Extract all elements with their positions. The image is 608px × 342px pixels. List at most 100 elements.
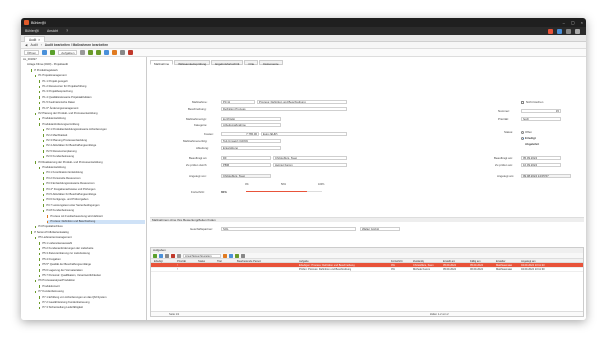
nicht-loeschen-checkbox[interactable] [521,100,524,104]
tab-massnahme[interactable]: Maßnahme [150,60,174,66]
beauftragt-am-field[interactable]: 05.09.2024 [521,155,561,160]
print-task-icon[interactable] [241,253,245,258]
tree-item[interactable]: P2.6 Kundenbetreuung [43,155,145,159]
kategorie-select[interactable]: Arbeitsmaßnahme [221,122,281,127]
menu-item-view[interactable]: Ansicht [47,29,58,33]
flag-icon[interactable] [112,50,118,55]
tree-item[interactable]: P1.4 Qualitätsrelevante Projektaktivität… [39,96,145,100]
status-radio-offen[interactable] [521,130,524,134]
tree-item[interactable]: P7.1 Erfüllung von Anforderungen an das … [39,296,145,300]
print-icon[interactable] [120,50,126,55]
menu-item-app[interactable]: Bühler@i [25,29,39,33]
tree-item[interactable]: P2.3 Planung Prozessentwicklung [43,139,145,143]
massnahme-id-field[interactable]: P3.11 [221,99,255,104]
notification-icon[interactable] [548,28,553,34]
menu-item-help[interactable]: ? [66,29,68,33]
zu-pruefen-am-field[interactable]: 16.09.2024 [521,162,561,167]
tree-item[interactable]: Produktentwicklung [39,117,145,121]
tree-item[interactable]: P5.2 Kundenanforderungen der Lieferkette [39,247,145,251]
beschreibung-field[interactable]: Definition Prozess [221,106,347,111]
export-icon[interactable] [229,253,233,258]
delete-icon[interactable] [128,50,134,55]
massnahme-text-field[interactable]: Prozess: Definition und Beschreibung [257,99,347,104]
minimize-icon[interactable]: – [563,20,565,25]
flag-task-icon[interactable] [223,253,227,258]
nummer-field[interactable]: 15 [521,108,561,113]
tree-item[interactable]: P5.3 Zielvereinbarung zur Lieferleistung [39,252,145,256]
save-icon[interactable] [42,50,48,55]
tab-close-icon[interactable]: × [38,38,40,42]
info-icon[interactable] [557,28,562,34]
tree-item[interactable]: P2 Planung der Produkt- und Prozessentwi… [35,112,145,116]
tree-item[interactable]: P4.8 Kundenbetreuung [43,209,145,213]
tree-item[interactable]: AL_001827 [23,58,145,62]
status-radio-erledigt[interactable] [521,136,524,140]
tree-item[interactable]: Produktionsort [39,285,145,289]
breadcrumb-home[interactable]: Audit [30,43,37,47]
tree-item[interactable]: P3.3 Entwicklungsrelevante Ressourcen [43,182,145,186]
tree-item[interactable]: P1.1 Projekt geregelt [39,80,145,84]
kosten-field[interactable]: 7.765,00 [221,131,259,136]
tab-dokumente[interactable]: Dokumente [259,60,283,66]
abteilung-select[interactable]: Entwicklung [221,145,281,150]
tree-item[interactable]: P2.2 Machbarkeit [43,134,145,138]
tree-item[interactable]: P1.2 Ressourcen für Projekterfüllung [39,85,145,89]
progress-slider[interactable] [246,191,322,193]
check-all-icon[interactable] [96,50,102,55]
view-config-select[interactable]: Ansichtskonfiguration [183,253,221,258]
tree-item[interactable]: P3.2 Personelle Ressourcen [43,177,145,181]
geschaeftspartner-name[interactable]: Walter GmbH [360,226,400,231]
zupruefen-code-field[interactable]: PBM [221,162,271,167]
tree-item[interactable]: P3.6 Fertigungs- und Prüfvorgaben [43,198,145,202]
tree-item[interactable]: P5.6 Lagerung der Vormaterialien [39,269,145,273]
geschaeftspartner-select[interactable]: SOL [221,226,356,231]
tree-item[interactable]: P5.4 Freigaben [39,258,145,262]
edit-task-icon[interactable] [159,253,163,258]
close-icon[interactable]: × [581,20,583,25]
tree-item[interactable]: P6 Prozessanalyse/Produktion [35,279,145,283]
maximize-icon[interactable]: ▢ [571,20,575,25]
beauftragt-code-field[interactable]: DF [221,155,271,160]
tree-item[interactable]: P7.2 Gewährleistung Kundenbetreuung [39,301,145,305]
tree-item[interactable]: Anlage Klima (2020) - Projektaudit [27,63,145,67]
tree-item[interactable]: P Produktregelwerk [31,69,145,73]
tree-item[interactable]: P2.5 Ressourcenplanung [43,150,145,154]
tree-item[interactable]: P7 Kundenbetreuung [35,290,145,294]
tree-item[interactable]: P3.1 Koordination Entwicklung [43,171,145,175]
filter-icon[interactable] [80,50,86,55]
refresh-icon[interactable] [50,50,56,55]
tree-item[interactable]: P3.5 Aktivitäten für Beschaffungsumfänge [43,193,145,197]
zupruefen-name-field[interactable]: Helmut Kamm [273,162,347,167]
massnahmentyp-select[interactable]: kurzfristig [221,116,281,121]
tree-item[interactable]: P3 Realisierung der Produkt- und Prozess… [35,161,145,165]
tree-item[interactable]: Produktentwicklung [39,166,145,170]
tree-item[interactable]: P2.1 Produktentwicklungsrelevante Anford… [43,128,145,132]
tree-item[interactable]: P4 Projektabschluss [35,225,145,229]
beauftragt-name-field[interactable]: Christoffers, Sven [273,155,347,160]
tree-item[interactable]: P2.4 Aktivitäten für Beschaffungsumfänge [43,144,145,148]
tree-item[interactable]: P1 Projektmanagement [35,74,145,78]
check-icon[interactable] [88,50,94,55]
tree-item[interactable]: P1.6* Änderungsmanagement [39,107,145,111]
user-icon[interactable] [575,28,580,34]
massnahmenerfolg-select[interactable]: Teil-Umsetzt (100%) [221,138,281,143]
tree-item[interactable]: P7.3 Sicherstellung Lieferfähigkeit [39,306,145,310]
tree-item[interactable]: P1.3 Projektbesprechung [39,90,145,94]
tree-item[interactable]: P5 Lieferantenmanagement [35,236,145,240]
prioritaet-select[interactable]: hoch [521,116,561,121]
open-button[interactable]: Öffnen [24,49,40,56]
tree-item[interactable]: P5.1 Lieferantenauswahl [39,242,145,246]
tab-wirksamkeit[interactable]: Wirksamkeitsprüfung [174,60,211,66]
arrow-icon[interactable] [104,50,110,55]
copy-task-icon[interactable] [165,253,169,258]
table-row[interactable]: ! Prüfen: Prozess: Definition und Beschre… [151,268,583,272]
tree-item[interactable]: P3.7 Leistungstest unter Serienbedingung… [43,204,145,208]
tab-orte[interactable]: Orte [244,60,259,66]
tree-item[interactable]: P5.7 Personal: Qualifikation, Verantwort… [39,274,145,278]
delete-task-icon[interactable] [171,253,175,258]
tree-item[interactable]: P3.4* Freigabenachweise und Prüfungen [43,188,145,192]
tree-item[interactable]: P5.5* Qualität der Beschaffungsumfänge [39,263,145,267]
settings-icon[interactable] [566,28,571,34]
tree-item[interactable]: P Serien-Prüfkriterienkatalog [31,231,145,235]
waehrung-select[interactable]: Euro (EUR) [261,131,347,136]
